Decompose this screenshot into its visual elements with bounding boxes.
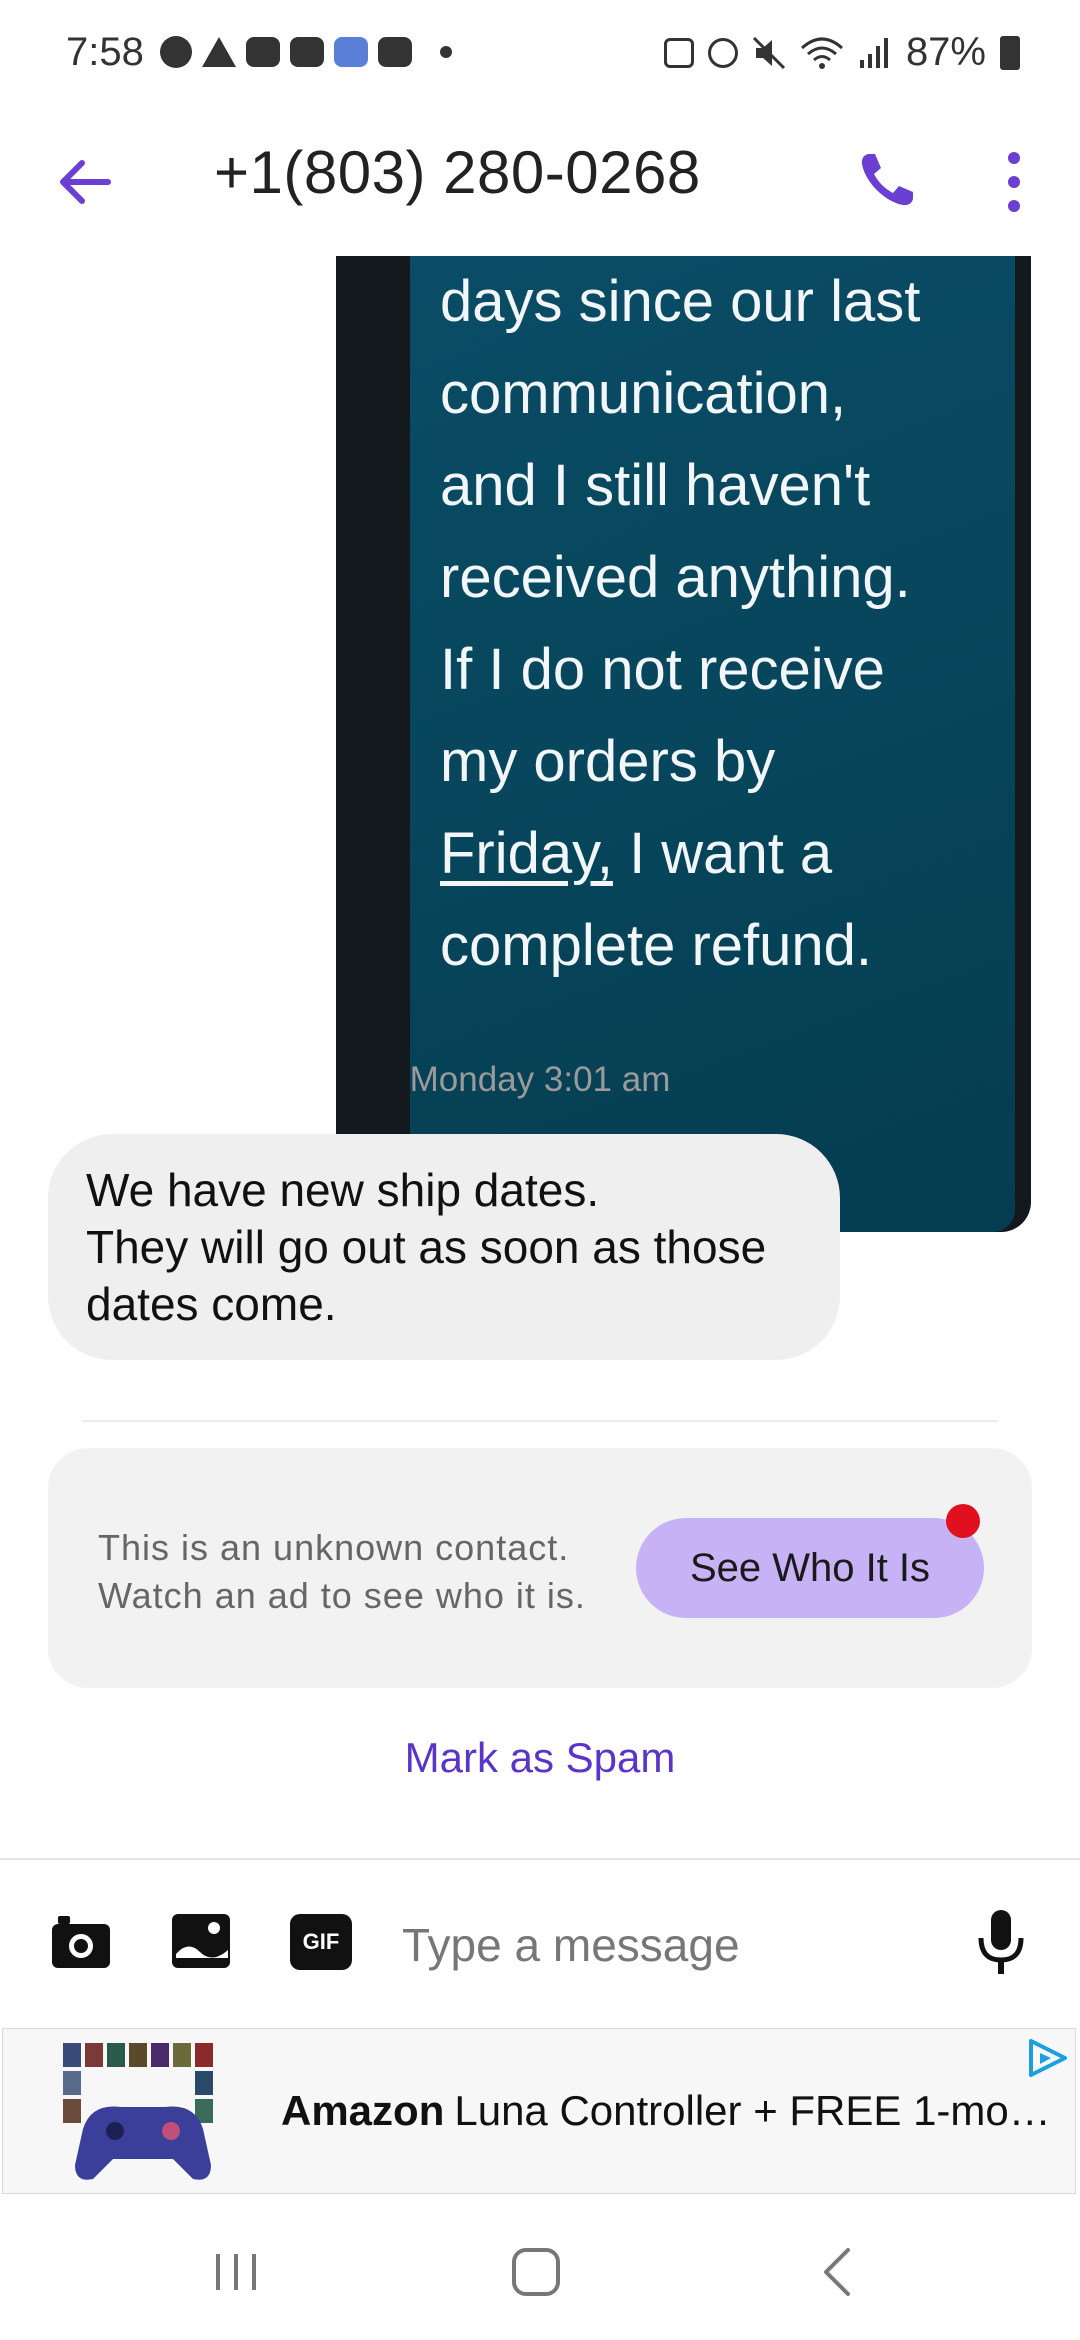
youtube-icon	[290, 37, 324, 67]
nfc-icon	[663, 37, 694, 68]
system-icons: 87%	[663, 30, 1020, 75]
conversation-header: +1(803) 280-0268	[0, 112, 1080, 256]
wifi-icon	[800, 37, 843, 69]
alert-icon	[202, 37, 236, 67]
microphone-icon[interactable]	[972, 1906, 1030, 1980]
compose-bar: GIF	[0, 1858, 1080, 2028]
back-arrow-icon[interactable]	[50, 146, 122, 218]
gif-icon[interactable]: GIF	[290, 1914, 352, 1970]
contact-title: +1(803) 280-0268	[214, 139, 701, 206]
see-who-it-is-button[interactable]: See Who It Is	[636, 1518, 984, 1618]
ad-banner[interactable]: Amazon Luna Controller + FREE 1-mont...	[2, 2028, 1076, 2194]
recent-apps-icon[interactable]	[196, 2240, 276, 2304]
youtube-icon	[378, 37, 412, 67]
adchoices-icon[interactable]	[1025, 2037, 1071, 2079]
message-input[interactable]	[400, 1904, 964, 1986]
date-link[interactable]: Friday,	[440, 821, 613, 886]
camera-icon[interactable]	[50, 1910, 112, 1972]
status-bar: 7:58 87%	[0, 0, 1080, 112]
app-icon	[334, 37, 368, 67]
sent-message-text: days since our last communication, and I…	[440, 269, 921, 978]
received-message-text: We have new ship dates. They will go out…	[86, 1164, 767, 1330]
youtube-icon	[246, 37, 280, 67]
home-icon[interactable]	[496, 2240, 576, 2304]
phone-call-icon[interactable]	[855, 148, 919, 212]
message-timestamp: Monday 3:01 am	[409, 1060, 671, 1099]
game-controller-image	[63, 2043, 213, 2180]
more-options-icon[interactable]	[990, 142, 1038, 222]
battery-icon	[1000, 35, 1020, 70]
ad-text[interactable]: Amazon Luna Controller + FREE 1-mont...	[281, 2087, 1051, 2135]
mark-as-spam-link[interactable]: Mark as Spam	[0, 1734, 1080, 1782]
notification-icons	[160, 36, 452, 68]
messenger-icon	[160, 36, 192, 68]
message-list[interactable]: days since our last communication, and I…	[0, 256, 1080, 1856]
dot-icon	[440, 46, 452, 58]
back-icon[interactable]	[800, 2240, 880, 2304]
status-time: 7:58	[66, 30, 144, 74]
divider	[82, 1420, 998, 1422]
battery-percent: 87%	[905, 30, 986, 74]
gallery-icon[interactable]	[170, 1910, 232, 1972]
notification-dot	[946, 1504, 980, 1538]
mute-icon	[752, 36, 785, 69]
unknown-contact-text: This is an unknown contact. Watch an ad …	[98, 1527, 586, 1616]
alarm-icon	[707, 37, 738, 68]
system-navigation-bar	[0, 2196, 1080, 2340]
signal-icon	[859, 37, 888, 68]
